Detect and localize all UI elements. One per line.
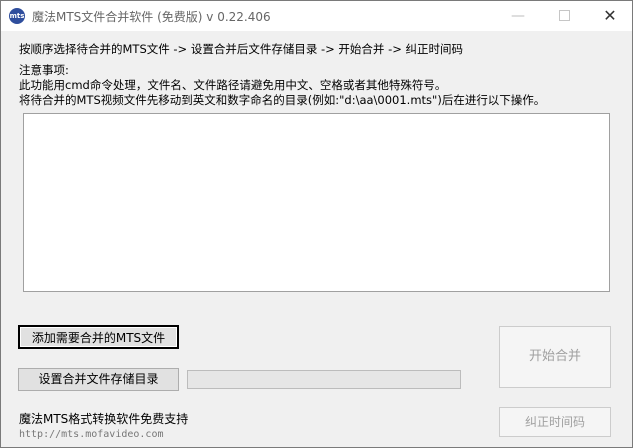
add-files-button[interactable]: 添加需要合并的MTS文件 xyxy=(18,325,179,349)
window-title: 魔法MTS文件合并软件 (免费版) v 0.22.406 xyxy=(32,10,271,24)
fix-timecode-button[interactable]: 纠正时间码 xyxy=(499,407,611,437)
steps-text: 按顺序选择待合并的MTS文件 -> 设置合并后文件存储目录 -> 开始合并 ->… xyxy=(19,42,464,56)
file-list-box[interactable] xyxy=(23,113,610,292)
notice-title: 注意事项: xyxy=(19,63,69,77)
maximize-icon xyxy=(558,9,570,21)
title-bar[interactable]: mts 魔法MTS文件合并软件 (免费版) v 0.22.406 — ✕ xyxy=(1,1,632,31)
app-window: mts 魔法MTS文件合并软件 (免费版) v 0.22.406 — ✕ 按顺序… xyxy=(0,0,633,448)
set-output-dir-button[interactable]: 设置合并文件存储目录 xyxy=(18,368,179,391)
merge-progress-bar xyxy=(187,370,461,389)
maximize-button[interactable] xyxy=(541,1,587,31)
notice-line-1: 此功能用cmd命令处理，文件名、文件路径请避免用中文、空格或者其他特殊符号。 xyxy=(19,78,447,92)
app-logo-icon: mts xyxy=(9,8,25,24)
notice-line-2: 将待合并的MTS视频文件先移动到英文和数字命名的目录(例如:"d:\aa\000… xyxy=(19,93,546,107)
support-link[interactable]: http://mts.mofavideo.com xyxy=(19,429,164,440)
support-text: 魔法MTS格式转换软件免费支持 xyxy=(19,412,189,426)
close-button[interactable]: ✕ xyxy=(587,1,633,31)
start-merge-button[interactable]: 开始合并 xyxy=(499,326,611,388)
minimize-button[interactable]: — xyxy=(495,1,541,31)
